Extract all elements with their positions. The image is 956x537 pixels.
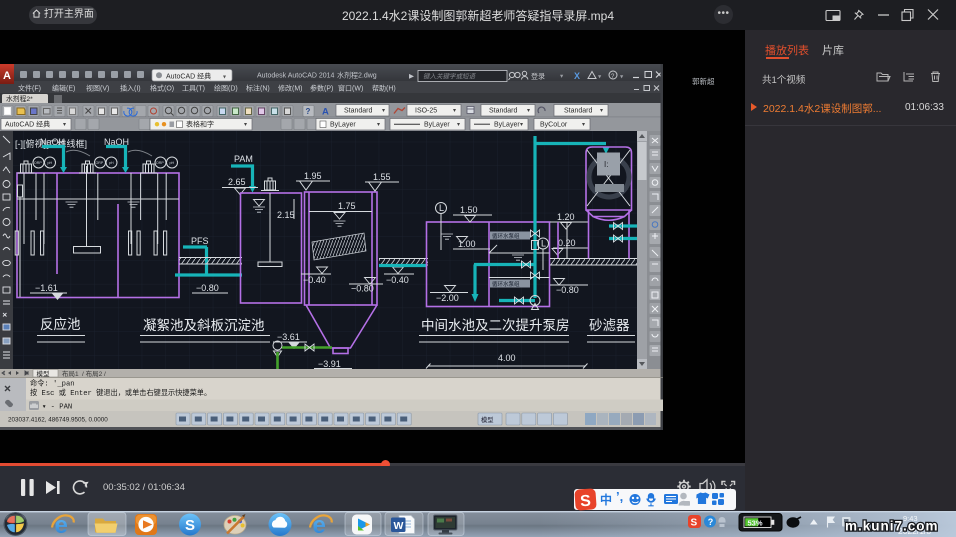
svg-text:pH: pH	[170, 161, 175, 165]
svg-text:模型: 模型	[481, 415, 494, 424]
svg-text:水剂程2*: 水剂程2*	[6, 94, 33, 103]
svg-text:−3.91: −3.91	[318, 359, 341, 369]
svg-text:L: L	[439, 203, 444, 213]
svg-text:视图(V): 视图(V)	[86, 84, 109, 93]
svg-text:53%: 53%	[748, 519, 763, 528]
svg-text:S: S	[580, 493, 592, 511]
svg-text:ByCoLor: ByCoLor	[540, 122, 568, 129]
svg-text:▾: ▾	[457, 122, 460, 128]
svg-text:203037.4162, 486749.9505, 0.00: 203037.4162, 486749.9505, 0.0000	[8, 417, 108, 424]
svg-text:命令: '_pan: 命令: '_pan	[30, 379, 75, 389]
svg-text:−0.80: −0.80	[556, 285, 579, 295]
svg-text:中: 中	[600, 492, 612, 507]
svg-text:Standard: Standard	[564, 108, 593, 115]
svg-text:pH: pH	[109, 161, 114, 165]
svg-text:L: L	[541, 239, 546, 249]
svg-text:编辑(E): 编辑(E)	[52, 84, 75, 93]
svg-text:−0.80: −0.80	[196, 283, 219, 293]
svg-text:’,: ’,	[616, 489, 623, 504]
svg-text:X: X	[574, 71, 580, 81]
svg-text:4.00: 4.00	[498, 353, 516, 363]
svg-text:1.00: 1.00	[458, 239, 476, 249]
svg-text:▾: ▾	[223, 75, 226, 81]
svg-text:2.65: 2.65	[228, 177, 246, 187]
svg-text:/ 布局2 /: / 布局2 /	[82, 369, 106, 378]
svg-text:AutoCAD 经典: AutoCAD 经典	[5, 120, 50, 129]
svg-text:键入关键字或短语: 键入关键字或短语	[423, 73, 477, 81]
svg-text:I:: I:	[604, 160, 608, 169]
svg-text:▾: ▾	[600, 108, 603, 114]
svg-text:凝絮池及斜板沉淀池: 凝絮池及斜板沉淀池	[143, 317, 265, 333]
svg-text:1.95: 1.95	[304, 171, 322, 181]
svg-text:00:35:02 / 01:06:34: 00:35:02 / 01:06:34	[103, 482, 185, 493]
svg-text:标注(N): 标注(N)	[246, 84, 270, 93]
svg-text:ORP: ORP	[34, 161, 42, 165]
svg-text:修改(M): 修改(M)	[278, 84, 303, 93]
svg-text:?: ?	[708, 517, 714, 527]
svg-text:▾: ▾	[382, 108, 385, 114]
svg-text:ORP: ORP	[156, 161, 164, 165]
svg-text:模型: 模型	[37, 369, 51, 378]
svg-text:1.55: 1.55	[373, 172, 391, 182]
svg-text:1.50: 1.50	[460, 205, 478, 215]
svg-text:反应池: 反应池	[40, 316, 81, 332]
svg-text:按 Esc 或 Enter 键退出，或单击右键显示快捷菜单。: 按 Esc 或 Enter 键退出，或单击右键显示快捷菜单。	[30, 388, 211, 398]
svg-text:PFS: PFS	[191, 236, 209, 246]
svg-text:循环水泵组: 循环水泵组	[492, 280, 520, 288]
svg-text:▾: ▾	[377, 122, 380, 128]
svg-text:工具(T): 工具(T)	[182, 85, 205, 93]
svg-text:砂滤器: 砂滤器	[589, 318, 630, 333]
svg-text:A: A	[322, 107, 329, 118]
svg-text:▾ - PAN: ▾ - PAN	[42, 404, 72, 412]
svg-text:▾: ▾	[63, 122, 66, 128]
svg-text:绘图(D): 绘图(D)	[214, 84, 238, 93]
svg-text:−0.80: −0.80	[351, 284, 374, 294]
svg-text:2.15: 2.15	[277, 210, 295, 220]
svg-text:W: W	[394, 520, 404, 532]
svg-text:ByLayer: ByLayer	[330, 122, 356, 129]
svg-text:−0.40: −0.40	[386, 275, 409, 285]
svg-text:pH: pH	[48, 161, 53, 165]
svg-text:−1.61: −1.61	[35, 283, 58, 293]
svg-text:水剂程2.dwg: 水剂程2.dwg	[337, 71, 377, 80]
svg-text:格式(O): 格式(O)	[150, 84, 174, 93]
svg-text:▾: ▾	[520, 122, 523, 128]
svg-text:−2.00: −2.00	[436, 293, 459, 303]
svg-text:AutoCAD 经典: AutoCAD 经典	[166, 72, 211, 81]
svg-text:1.75: 1.75	[338, 201, 356, 211]
svg-text:ByLayer: ByLayer	[494, 122, 520, 129]
svg-text:S: S	[691, 518, 698, 529]
svg-text:ORP: ORP	[96, 161, 104, 165]
svg-text:?: ?	[306, 107, 311, 116]
svg-text:登录: 登录	[531, 72, 545, 81]
svg-text:1.20: 1.20	[557, 212, 575, 222]
svg-text:插入(I): 插入(I)	[120, 84, 141, 93]
svg-text:A: A	[3, 70, 11, 82]
svg-text:帮助(H): 帮助(H)	[372, 84, 396, 93]
svg-text:m.kuni7.com: m.kuni7.com	[845, 519, 939, 534]
svg-text:−0.40: −0.40	[303, 275, 326, 285]
svg-text:Standard: Standard	[344, 108, 373, 115]
svg-text:Standard: Standard	[489, 108, 518, 115]
svg-text:▾: ▾	[453, 108, 456, 114]
svg-text:ByLayer: ByLayer	[424, 122, 450, 129]
svg-text:窗口(W): 窗口(W)	[338, 84, 363, 93]
svg-text:▾: ▾	[527, 108, 530, 114]
svg-text:表格和字: 表格和字	[186, 120, 214, 129]
svg-text:PAM: PAM	[234, 154, 253, 164]
svg-text:▾: ▾	[244, 122, 247, 128]
svg-text:参数(P): 参数(P)	[310, 84, 333, 93]
svg-text:ISO-25: ISO-25	[415, 108, 437, 115]
svg-text:中间水池及二次提升泵房: 中间水池及二次提升泵房	[421, 318, 570, 333]
svg-text:循环水泵组: 循环水泵组	[492, 232, 520, 240]
svg-text:▾: ▾	[582, 122, 585, 128]
svg-text:−3.61: −3.61	[277, 332, 300, 342]
svg-text:布局1: 布局1	[62, 369, 79, 378]
svg-text:S: S	[185, 517, 195, 534]
svg-text:文件(F): 文件(F)	[18, 84, 41, 93]
svg-text:Autodesk AutoCAD 2014: Autodesk AutoCAD 2014	[257, 73, 335, 80]
